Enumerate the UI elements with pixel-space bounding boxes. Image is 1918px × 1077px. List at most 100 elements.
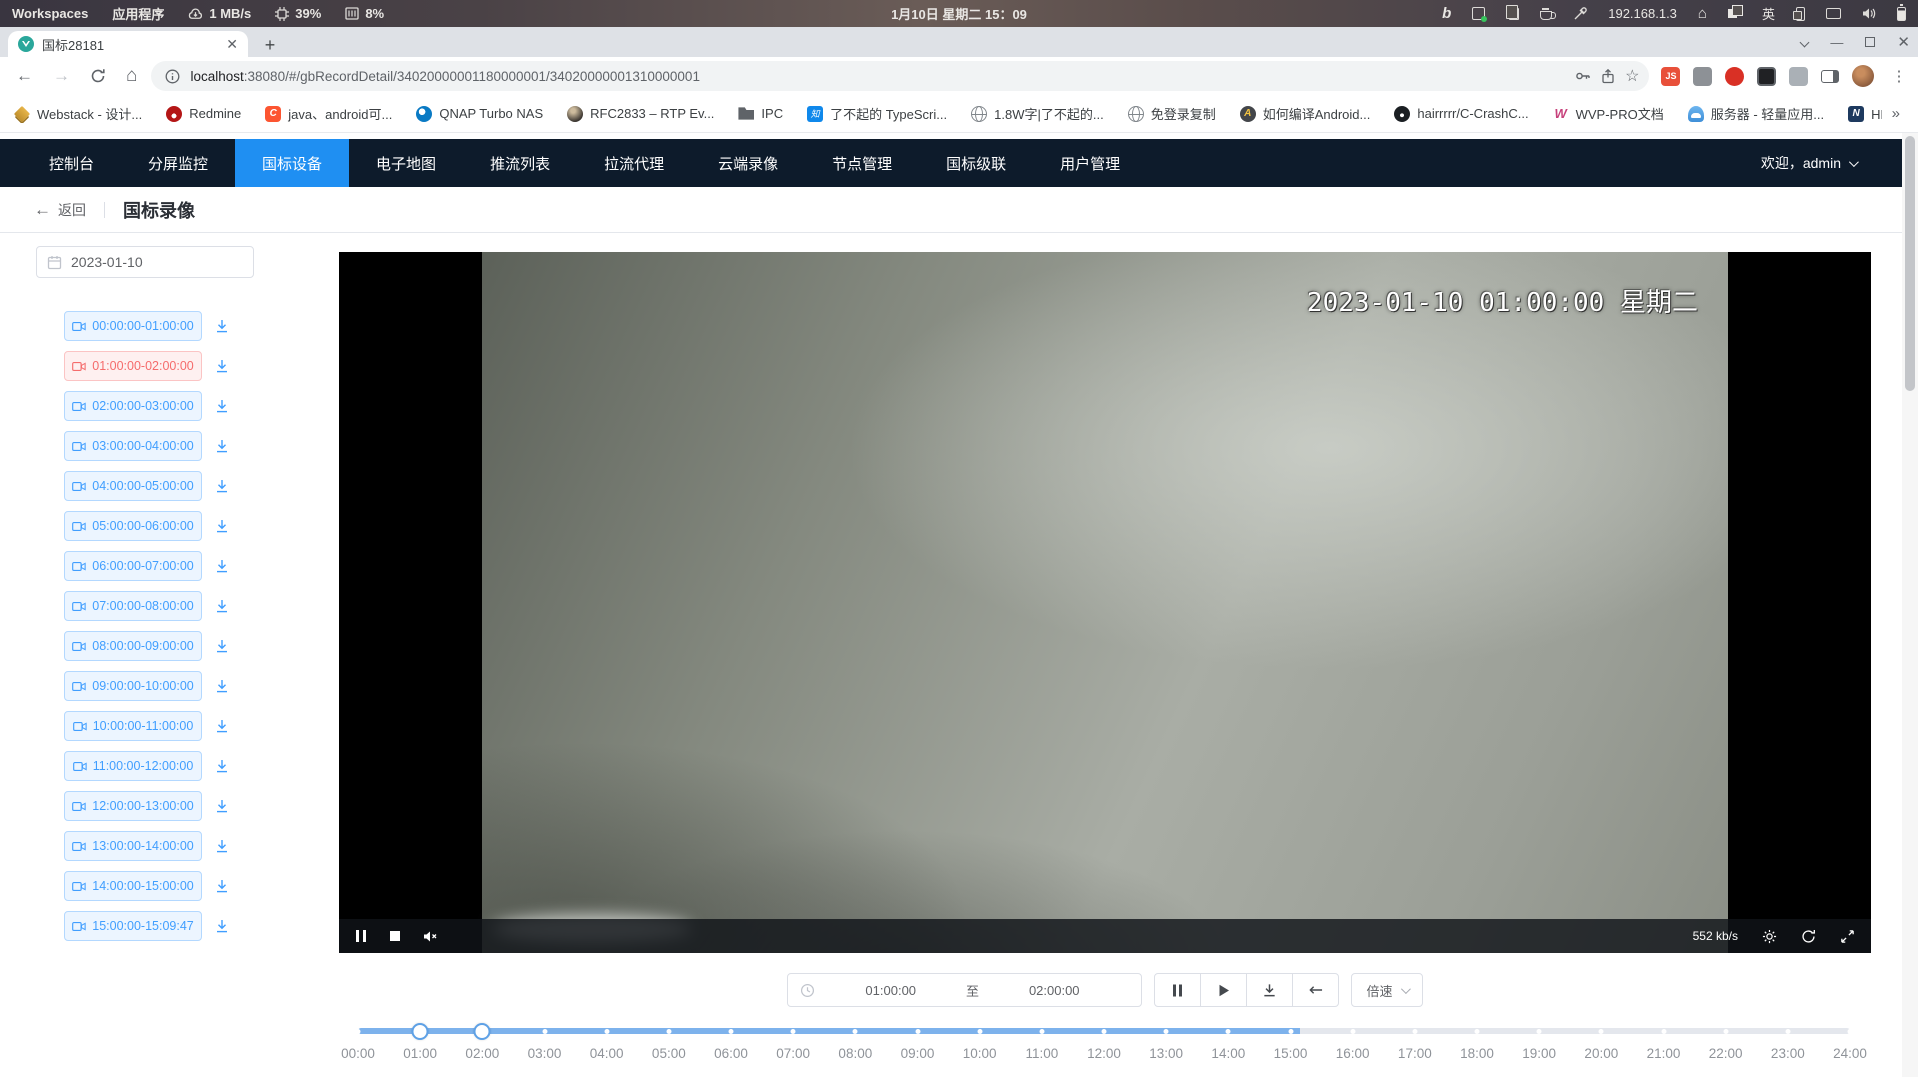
segment-play-button[interactable]: 08:00:00-09:00:00	[64, 631, 202, 661]
window-close-button[interactable]: ✕	[1897, 33, 1910, 51]
bookmark-item[interactable]: Webstack - 设计...	[14, 104, 142, 123]
play-button[interactable]	[1200, 973, 1247, 1007]
bookmark-item[interactable]: 如何编译Android...	[1240, 104, 1371, 123]
extension-black-icon[interactable]	[1757, 67, 1776, 86]
segment-download-button[interactable]	[214, 798, 230, 814]
segment-download-button[interactable]	[214, 438, 230, 454]
segment-play-button[interactable]: 14:00:00-15:00:00	[64, 871, 202, 901]
settings-gear-icon[interactable]	[1762, 929, 1777, 944]
time-range-input[interactable]: 01:00:00 至 02:00:00	[787, 973, 1142, 1007]
bookmark-star-icon[interactable]: ☆	[1625, 66, 1639, 86]
new-tab-button[interactable]: +	[258, 33, 282, 57]
clipboard-tray-icon[interactable]	[1509, 8, 1519, 20]
segment-download-button[interactable]	[214, 518, 230, 534]
bookmark-item[interactable]: 免登录复制	[1128, 104, 1216, 123]
bookmark-item[interactable]: IPC	[738, 106, 783, 122]
nav-tab[interactable]: 国标设备	[235, 139, 349, 187]
bookmark-item[interactable]: Redmine	[166, 106, 241, 122]
volume-tray-icon[interactable]	[1862, 7, 1876, 20]
input-language-indicator[interactable]: 英	[1762, 4, 1775, 23]
segment-play-button[interactable]: 02:00:00-03:00:00	[64, 391, 202, 421]
segment-download-button[interactable]	[214, 638, 230, 654]
segment-download-button[interactable]	[214, 758, 230, 774]
segment-download-button[interactable]	[214, 558, 230, 574]
segment-play-button[interactable]: 01:00:00-02:00:00	[64, 351, 202, 381]
extension-js-icon[interactable]: JS	[1661, 67, 1680, 86]
refresh-icon[interactable]	[1801, 929, 1816, 944]
segment-play-button[interactable]: 00:00:00-01:00:00	[64, 311, 202, 341]
playback-speed-dropdown[interactable]: 倍速	[1351, 973, 1422, 1007]
profile-avatar[interactable]	[1852, 65, 1874, 87]
segment-download-button[interactable]	[214, 358, 230, 374]
side-panel-icon[interactable]	[1821, 70, 1839, 83]
scrollbar-thumb[interactable]	[1905, 136, 1915, 391]
bookmark-item[interactable]: 1.8W字|了不起的...	[971, 104, 1104, 123]
nav-tab[interactable]: 用户管理	[1033, 139, 1147, 187]
nav-tab[interactable]: 推流列表	[463, 139, 577, 187]
nav-tab[interactable]: 电子地图	[349, 139, 463, 187]
tab-search-icon[interactable]	[1800, 37, 1810, 47]
segment-download-button[interactable]	[214, 918, 230, 934]
coffee-tray-icon[interactable]	[1540, 11, 1552, 20]
pause-icon[interactable]	[355, 929, 367, 943]
pause-button[interactable]	[1154, 973, 1201, 1007]
display-tray-icon[interactable]	[1826, 8, 1841, 19]
desktop-clock[interactable]: 1月10日 星期二 15：09	[891, 4, 1027, 23]
network-speed-indicator[interactable]: 1 MB/s	[188, 6, 251, 21]
forward-button[interactable]: →	[53, 66, 70, 86]
bookmark-item[interactable]: WVP-PRO文档	[1553, 104, 1664, 123]
app-window-tray-icon[interactable]	[1472, 7, 1485, 20]
nav-tab[interactable]: 国标级联	[919, 139, 1033, 187]
extension-red-icon[interactable]	[1725, 67, 1744, 86]
stop-icon[interactable]	[389, 930, 401, 942]
segment-play-button[interactable]: 06:00:00-07:00:00	[64, 551, 202, 581]
extensions-puzzle-icon[interactable]	[1789, 67, 1808, 86]
nav-tab[interactable]: 节点管理	[805, 139, 919, 187]
home-button[interactable]: ⌂	[126, 65, 137, 87]
bookmarks-overflow-button[interactable]: »	[1882, 105, 1918, 122]
ip-address-indicator[interactable]: 192.168.1.3	[1608, 6, 1677, 21]
bing-tray-icon[interactable]: b	[1442, 5, 1451, 22]
segment-play-button[interactable]: 12:00:00-13:00:00	[64, 791, 202, 821]
bookmark-item[interactable]: HDAtmos :: 种子 *...	[1848, 104, 1882, 123]
seek-back-button[interactable]	[1292, 973, 1339, 1007]
timeline-handle-end[interactable]	[474, 1023, 491, 1040]
back-link[interactable]: ← 返回	[34, 200, 86, 220]
workspaces-button[interactable]: Workspaces	[12, 6, 88, 21]
segment-play-button[interactable]: 10:00:00-11:00:00	[64, 711, 202, 741]
window-minimize-button[interactable]: —	[1830, 35, 1843, 50]
reload-button[interactable]	[90, 68, 106, 84]
bookmark-item[interactable]: java、android可...	[265, 104, 392, 123]
segment-play-button[interactable]: 04:00:00-05:00:00	[64, 471, 202, 501]
windows-tray-icon[interactable]	[1728, 9, 1737, 18]
segment-download-button[interactable]	[214, 318, 230, 334]
segment-download-button[interactable]	[214, 478, 230, 494]
segment-download-button[interactable]	[214, 838, 230, 854]
browser-tab[interactable]: 国标28181 ✕	[8, 31, 248, 57]
segment-play-button[interactable]: 05:00:00-06:00:00	[64, 511, 202, 541]
battery-indicator[interactable]	[1897, 7, 1906, 21]
video-player[interactable]: 2023-01-10 01:00:00 星期二 552 kb/s	[339, 252, 1871, 953]
window-maximize-button[interactable]	[1865, 37, 1875, 47]
back-button[interactable]: ←	[16, 66, 33, 86]
segment-download-button[interactable]	[214, 398, 230, 414]
bookmark-item[interactable]: RFC2833 – RTP Ev...	[567, 106, 714, 122]
cpu-usage-indicator[interactable]: 39%	[275, 6, 321, 21]
browser-menu-icon[interactable]: ⋮	[1887, 67, 1916, 85]
password-key-icon[interactable]	[1575, 69, 1591, 83]
extension-gray-icon[interactable]	[1693, 67, 1712, 86]
date-picker-input[interactable]: 2023-01-10	[36, 246, 254, 278]
segment-download-button[interactable]	[214, 678, 230, 694]
site-info-icon[interactable]	[165, 69, 180, 84]
segment-play-button[interactable]: 09:00:00-10:00:00	[64, 671, 202, 701]
segment-download-button[interactable]	[214, 598, 230, 614]
applications-button[interactable]: 应用程序	[112, 4, 164, 23]
nav-tab[interactable]: 分屏监控	[121, 139, 235, 187]
phone-link-tray-icon[interactable]	[1796, 7, 1805, 21]
segment-download-button[interactable]	[214, 718, 230, 734]
color-picker-tray-icon[interactable]	[1573, 7, 1587, 21]
download-button[interactable]	[1246, 973, 1293, 1007]
bookmark-item[interactable]: 服务器 - 轻量应用...	[1688, 104, 1824, 123]
segment-play-button[interactable]: 13:00:00-14:00:00	[64, 831, 202, 861]
segment-play-button[interactable]: 03:00:00-04:00:00	[64, 431, 202, 461]
